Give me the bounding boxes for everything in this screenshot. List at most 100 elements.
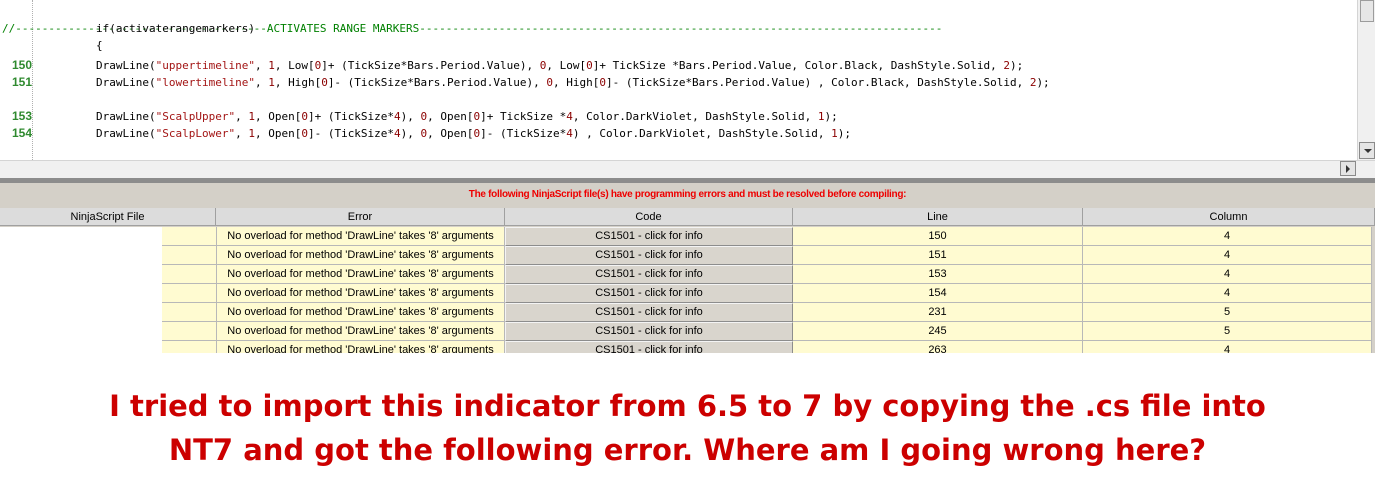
column-number-cell: 5 — [1083, 303, 1372, 322]
column-number-cell: 4 — [1083, 227, 1372, 246]
column-header-error[interactable]: Error — [216, 208, 505, 226]
code-text: if(activaterangemarkers) — [96, 20, 255, 37]
error-code-button[interactable]: CS1501 - click for info — [505, 265, 793, 284]
number-token: 0 — [301, 110, 308, 123]
code-token: , — [235, 127, 249, 140]
code-text: DrawLine("ScalpLower", 1, Open[0]- (Tick… — [96, 125, 851, 142]
number-token: 1 — [268, 76, 275, 89]
error-row[interactable]: No overload for method 'DrawLine' takes … — [0, 303, 1375, 322]
code-token: ); — [1036, 76, 1050, 89]
code-editor[interactable]: //--------------------------------------… — [0, 0, 1375, 178]
vertical-scrollbar[interactable] — [1357, 0, 1375, 160]
error-code-button[interactable]: CS1501 - click for info — [505, 227, 793, 246]
code-token: ]+ TickSize *Bars.Period.Value, Color.Bl… — [592, 59, 1004, 72]
string-token: "lowertimeline" — [155, 76, 255, 89]
line-number: 151 — [11, 75, 32, 89]
number-token: 0 — [599, 76, 606, 89]
line-number-cell: 150 — [793, 227, 1083, 246]
code-text: DrawLine("uppertimeline", 1 , Low[0 ]+ (Ti… — [96, 57, 1023, 74]
number-token: 1 — [831, 127, 838, 140]
error-message-cell: No overload for method 'DrawLine' takes … — [216, 265, 505, 284]
column-header-column[interactable]: Column — [1083, 208, 1375, 226]
number-token: 1 — [268, 59, 275, 72]
number-token: 2 — [1003, 59, 1010, 72]
code-token: ); — [1009, 59, 1024, 72]
column-number-cell: 4 — [1083, 265, 1372, 284]
column-header-code[interactable]: Code — [505, 208, 793, 226]
code-token: , Low[ — [546, 59, 587, 72]
line-number-cell: 151 — [793, 246, 1083, 265]
file-cell — [0, 303, 162, 322]
code-token: , — [235, 110, 249, 123]
code-token: , Open[ — [427, 110, 474, 123]
code-token: ]- (TickSize* — [480, 127, 567, 140]
code-token: ]+ TickSize * — [480, 110, 567, 123]
code-text: { — [96, 37, 103, 54]
file-cell — [0, 341, 162, 353]
file-cell — [0, 284, 162, 303]
number-token: 4 — [394, 127, 401, 140]
line-number: 154 — [11, 126, 32, 140]
number-token: 4 — [394, 110, 401, 123]
line-number-cell: 245 — [793, 322, 1083, 341]
file-cell — [0, 227, 162, 246]
line-number-cell: 153 — [793, 265, 1083, 284]
error-message-cell: No overload for method 'DrawLine' takes … — [216, 341, 505, 353]
code-token: ), — [400, 127, 421, 140]
code-token: ]- (TickSize* — [307, 127, 395, 140]
code-token: ]- (TickSize*Bars.Period.Value) , Color.… — [605, 76, 1030, 89]
error-row[interactable]: No overload for method 'DrawLine' takes … — [0, 341, 1375, 353]
code-token: , Open[ — [254, 110, 302, 123]
error-banner: The following NinjaScript file(s) have p… — [468, 189, 907, 200]
error-code-button[interactable]: CS1501 - click for info — [505, 303, 793, 322]
code-token: , Open[ — [254, 127, 302, 140]
error-row[interactable]: No overload for method 'DrawLine' takes … — [0, 265, 1375, 284]
code-token: ); — [824, 110, 838, 123]
line-number-cell: 154 — [793, 284, 1083, 303]
string-token: "ScalpUpper" — [155, 110, 236, 123]
code-token: , — [254, 76, 269, 89]
column-header-file[interactable]: NinjaScript File — [0, 208, 216, 226]
line-number: 150 — [11, 58, 32, 72]
code-token: , High[ — [552, 76, 600, 89]
number-token: 1 — [248, 127, 255, 140]
error-code-button[interactable]: CS1501 - click for info — [505, 246, 793, 265]
code-line-comment[interactable]: //--------------------------------------… — [0, 3, 942, 35]
error-code-button[interactable]: CS1501 - click for info — [505, 341, 793, 353]
caption-line-2: NT7 and got the following error. Where a… — [168, 433, 1207, 467]
error-code-button[interactable]: CS1501 - click for info — [505, 284, 793, 303]
code-token: DrawLine( — [96, 76, 156, 89]
error-row[interactable]: No overload for method 'DrawLine' takes … — [0, 246, 1375, 265]
code-token: , — [254, 59, 269, 72]
error-row[interactable]: No overload for method 'DrawLine' takes … — [0, 322, 1375, 341]
number-token: 0 — [586, 59, 593, 72]
code-token: , Color.DarkViolet, DashStyle.Solid, — [572, 110, 818, 123]
error-message-cell: No overload for method 'DrawLine' takes … — [216, 227, 505, 246]
column-number-cell: 5 — [1083, 322, 1372, 341]
file-cell-pad — [162, 303, 216, 322]
line-number-cell: 231 — [793, 303, 1083, 322]
horizontal-scrollbar[interactable] — [0, 160, 1375, 178]
file-cell — [0, 246, 162, 265]
error-message-cell: No overload for method 'DrawLine' takes … — [216, 284, 505, 303]
scroll-right-arrow-icon[interactable] — [1340, 161, 1356, 176]
scroll-down-arrow-icon[interactable] — [1359, 142, 1375, 159]
error-message-cell: No overload for method 'DrawLine' takes … — [216, 322, 505, 341]
error-row[interactable]: No overload for method 'DrawLine' takes … — [0, 227, 1375, 246]
column-number-cell: 4 — [1083, 341, 1372, 353]
error-row[interactable]: No overload for method 'DrawLine' takes … — [0, 284, 1375, 303]
error-code-button[interactable]: CS1501 - click for info — [505, 322, 793, 341]
string-token: "uppertimeline" — [155, 59, 255, 72]
column-header-line[interactable]: Line — [793, 208, 1083, 226]
code-token: ]+ (TickSize*Bars.Period.Value), — [321, 59, 540, 72]
number-token: 4 — [566, 127, 573, 140]
vertical-scroll-thumb[interactable] — [1360, 0, 1374, 22]
code-token: , High[ — [274, 76, 322, 89]
file-cell-pad — [162, 246, 216, 265]
code-text: DrawLine("lowertimeline", 1, High[0]- (T… — [96, 74, 1050, 91]
code-token: ) , Color.DarkViolet, DashStyle.Solid, — [572, 127, 832, 140]
code-token: DrawLine( — [96, 59, 156, 72]
line-number-cell: 263 — [793, 341, 1083, 353]
code-token: ]- (TickSize*Bars.Period.Value), — [327, 76, 547, 89]
code-token: DrawLine( — [96, 110, 156, 123]
